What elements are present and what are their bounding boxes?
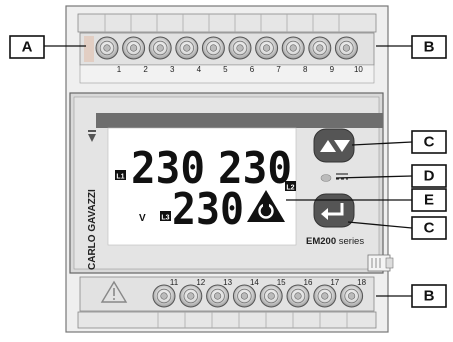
terminal-number: 4 (197, 65, 202, 74)
callout-e: E (411, 188, 447, 212)
terminal-screw (281, 36, 305, 60)
terminal-screw (175, 36, 199, 60)
terminal-number: 15 (277, 278, 286, 287)
terminal-screw (255, 36, 279, 60)
terminal-screw (95, 36, 119, 60)
terminal-screw (152, 284, 176, 308)
terminal-number: 5 (223, 65, 228, 74)
terminal-number: 17 (330, 278, 339, 287)
callout-c-top-label: C (424, 134, 435, 151)
terminal-number: 6 (250, 65, 255, 74)
up-down-button[interactable] (313, 128, 355, 163)
terminal-screw (148, 36, 172, 60)
model-suffix: series (336, 236, 364, 247)
terminal-screw (340, 284, 364, 308)
top-bar (96, 113, 383, 128)
terminal-number: 8 (303, 65, 308, 74)
din-rail-latch (367, 254, 394, 272)
terminal-screw (286, 284, 310, 308)
terminal-number: 11 (170, 278, 179, 287)
terminal-number: 7 (276, 65, 281, 74)
terminal-number: 18 (357, 278, 366, 287)
terminal-screw (334, 36, 358, 60)
terminal-number: 1 (117, 65, 122, 74)
terminal-number: 3 (170, 65, 175, 74)
top-terminal-strip (79, 32, 375, 84)
terminal-number: 14 (250, 278, 259, 287)
callout-b-top: B (411, 35, 447, 59)
model-label: EM200 series (306, 236, 364, 247)
terminal-screw (259, 284, 283, 308)
terminal-screw (201, 36, 225, 60)
terminal-screw (179, 284, 203, 308)
callout-e-label: E (424, 192, 434, 209)
terminal-screw (308, 36, 332, 60)
callout-d: D (411, 164, 447, 188)
model-name: EM200 (306, 236, 336, 247)
phase-l3-tag: L3 (161, 215, 169, 222)
callout-c-bottom: C (411, 216, 447, 240)
callout-b-top-label: B (424, 39, 435, 56)
callout-a-label: A (22, 39, 33, 56)
terminal-number: 16 (304, 278, 313, 287)
brand-label: CARLO GAVAZZI (87, 189, 98, 270)
terminal-number: 9 (330, 65, 335, 74)
terminal-number: 12 (196, 278, 205, 287)
terminal-screw (122, 36, 146, 60)
callout-c-bottom-label: C (424, 220, 435, 237)
callout-a: A (9, 35, 45, 59)
em200-diagram: 1 2 3 4 5 6 7 8 9 10 CARLO GAVAZZI L1 L2 L3 230 2… (0, 0, 453, 337)
callout-c-top: C (411, 130, 447, 154)
terminal-number: 2 (143, 65, 148, 74)
unit-label: V (139, 213, 146, 224)
phase-l1-tag: L1 (116, 174, 124, 181)
terminal-screw (232, 284, 256, 308)
callout-b-bottom-label: B (424, 288, 435, 305)
callout-d-label: D (424, 168, 435, 185)
terminal-number: 13 (223, 278, 232, 287)
terminal-screw (206, 284, 230, 308)
terminal-number: 10 (354, 65, 363, 74)
diagram-canvas: 1 2 3 4 5 6 7 8 9 10 CARLO GAVAZZI L1 L2 L3 230 2… (9, 5, 447, 333)
reading-l3: 230 (172, 184, 244, 235)
terminal-screw (313, 284, 337, 308)
lcd-display: L1 L2 L3 230 230 230 V (107, 127, 297, 246)
terminal-screw (228, 36, 252, 60)
callout-b-bottom: B (411, 284, 447, 308)
